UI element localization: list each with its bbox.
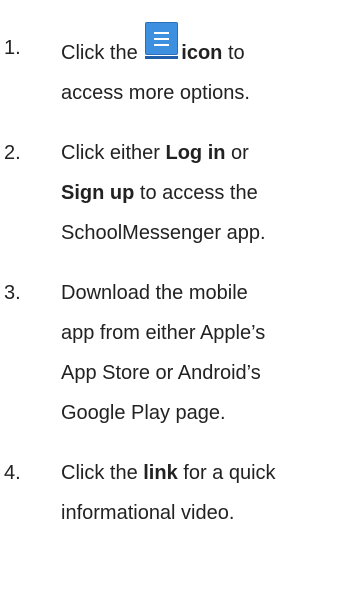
step-number: 2. (4, 142, 21, 164)
menu-icon (145, 22, 179, 59)
step-bold-text: icon (181, 42, 223, 64)
step-text: Click the (61, 42, 138, 64)
step-line: access more options. (61, 82, 250, 104)
step-number: 4. (4, 462, 21, 484)
step-2: 2. Click either Log in or Sign up to acc… (0, 133, 331, 253)
step-line: Download the mobile (61, 282, 248, 304)
step-4: 4. Click the link for a quick informatio… (0, 453, 331, 533)
link-text: link (143, 462, 178, 484)
step-text: Click the (61, 462, 144, 484)
step-text: or (225, 142, 249, 164)
step-line: informational video. (61, 502, 235, 524)
step-line: Click either Log in or (61, 133, 331, 173)
step-number: 3. (4, 282, 21, 304)
step-line: app from either Apple’s (61, 322, 266, 344)
step-line: SchoolMessenger app. (61, 222, 266, 244)
step-line: Sign up to access the (61, 173, 331, 213)
step-line: Click the icon to (61, 22, 331, 73)
step-text: to (222, 42, 245, 64)
step-line: Google Play page. (61, 402, 226, 424)
step-text: to access the (134, 182, 258, 204)
log-in-text: Log in (165, 142, 226, 164)
step-line: App Store or Android’s (61, 362, 261, 384)
step-1: 1. Click the icon to access more options… (0, 22, 331, 113)
step-line: Click the link for a quick (61, 453, 331, 493)
step-text: Click either (61, 142, 166, 164)
instruction-list: 1. Click the icon to access more options… (0, 22, 349, 533)
step-number: 1. (4, 37, 21, 59)
step-text: for a quick (177, 462, 276, 484)
sign-up-text: Sign up (61, 182, 135, 204)
step-3: 3. Download the mobile app from either A… (0, 273, 331, 433)
